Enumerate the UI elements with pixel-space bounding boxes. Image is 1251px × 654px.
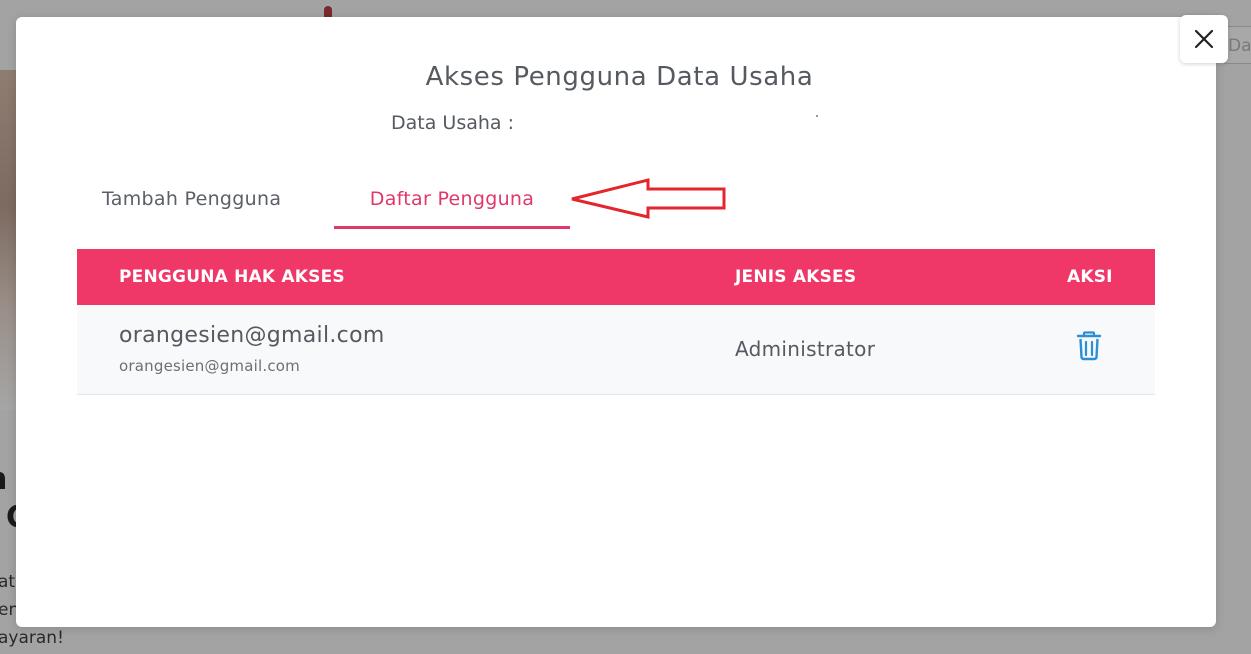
column-header-user: PENGGUNA HAK AKSES — [119, 267, 345, 287]
tab-add-user[interactable]: Tambah Pengguna — [102, 180, 281, 226]
table-row: orangesien@gmail.com orangesien@gmail.co… — [77, 305, 1155, 395]
access-type: Administrator — [735, 337, 876, 361]
tab-user-list[interactable]: Daftar Pengguna — [334, 180, 570, 229]
user-email-secondary: orangesien@gmail.com — [119, 357, 300, 375]
user-access-modal: Akses Pengguna Data Usaha Data Usaha : T… — [16, 17, 1216, 627]
user-email: orangesien@gmail.com — [119, 323, 385, 348]
business-data-label: Data Usaha : — [391, 112, 514, 134]
column-header-action: AKSI — [1067, 267, 1113, 287]
column-header-access-type: JENIS AKSES — [735, 267, 857, 287]
trash-icon — [1076, 331, 1102, 361]
close-modal-button[interactable] — [1180, 15, 1228, 63]
background-text-line-3: ayaran! — [0, 628, 64, 648]
delete-user-button[interactable] — [1075, 331, 1103, 361]
annotation-arrow — [571, 178, 726, 219]
background-heading-line-1: n — [0, 462, 7, 497]
table-header: PENGGUNA HAK AKSES JENIS AKSES AKSI — [77, 249, 1155, 305]
close-icon — [1194, 29, 1214, 49]
business-data-value — [816, 115, 818, 117]
background-text-line-1: at — [0, 572, 16, 592]
modal-title: Akses Pengguna Data Usaha — [425, 62, 814, 92]
user-access-table: PENGGUNA HAK AKSES JENIS AKSES AKSI oran… — [77, 249, 1155, 395]
